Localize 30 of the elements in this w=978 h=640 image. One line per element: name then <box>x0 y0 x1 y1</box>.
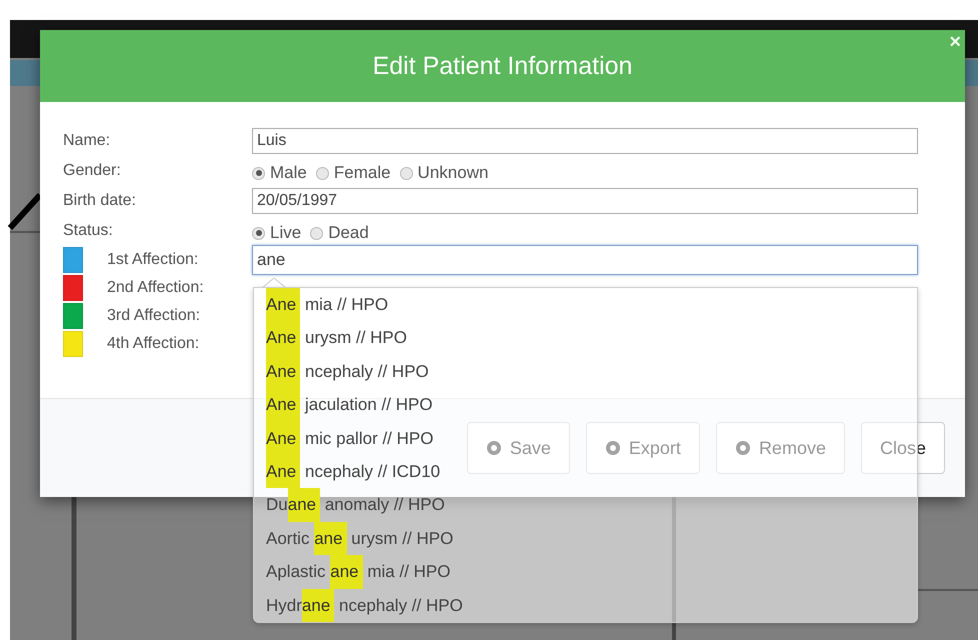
suggestion-item[interactable]: Aortic ane urysm // HPO <box>254 522 917 556</box>
suggestion-item[interactable]: Ane ncephaly // HPO <box>254 354 917 388</box>
field-label: 1st Affection: <box>107 251 200 269</box>
field-label: 2nd Affection: <box>107 279 205 297</box>
suggestion-item[interactable]: Ane jaculation // HPO <box>254 388 917 422</box>
radio-button[interactable] <box>252 166 265 180</box>
radio-label: Female <box>334 163 391 183</box>
field-label: Gender: <box>63 162 122 180</box>
radio-button[interactable] <box>316 166 329 180</box>
birth-date-field[interactable]: 20/05/1997 <box>252 188 918 214</box>
suggestion-item[interactable]: Ane mia // HPO <box>254 288 917 322</box>
suggestion-item[interactable]: Ane urysm // HPO <box>254 321 917 355</box>
radio-label: Dead <box>328 223 369 243</box>
radio-label: Unknown <box>418 163 488 183</box>
radio-button[interactable] <box>400 166 413 180</box>
radio-label: Male <box>270 163 307 183</box>
affection-field[interactable]: ane <box>252 245 918 275</box>
radio-label: Live <box>270 223 302 243</box>
suggestion-item[interactable]: Duane anomaly // HPO <box>254 488 917 522</box>
field-label: 4th Affection: <box>107 335 200 353</box>
radio-button[interactable] <box>252 226 265 240</box>
suggestion-item[interactable]: Hydrane ncephaly // HPO <box>254 588 917 622</box>
field-label: Status: <box>63 222 114 240</box>
name-field[interactable]: Luis <box>252 128 918 154</box>
field-label: Birth date: <box>63 192 137 210</box>
field-label: Name: <box>63 132 112 150</box>
suggestion-item[interactable]: Aplastic ane mia // HPO <box>254 555 917 589</box>
radio-button[interactable] <box>310 226 324 240</box>
field-label: 3rd Affection: <box>107 307 202 325</box>
dialog-title: Edit Patient Information <box>372 52 632 80</box>
